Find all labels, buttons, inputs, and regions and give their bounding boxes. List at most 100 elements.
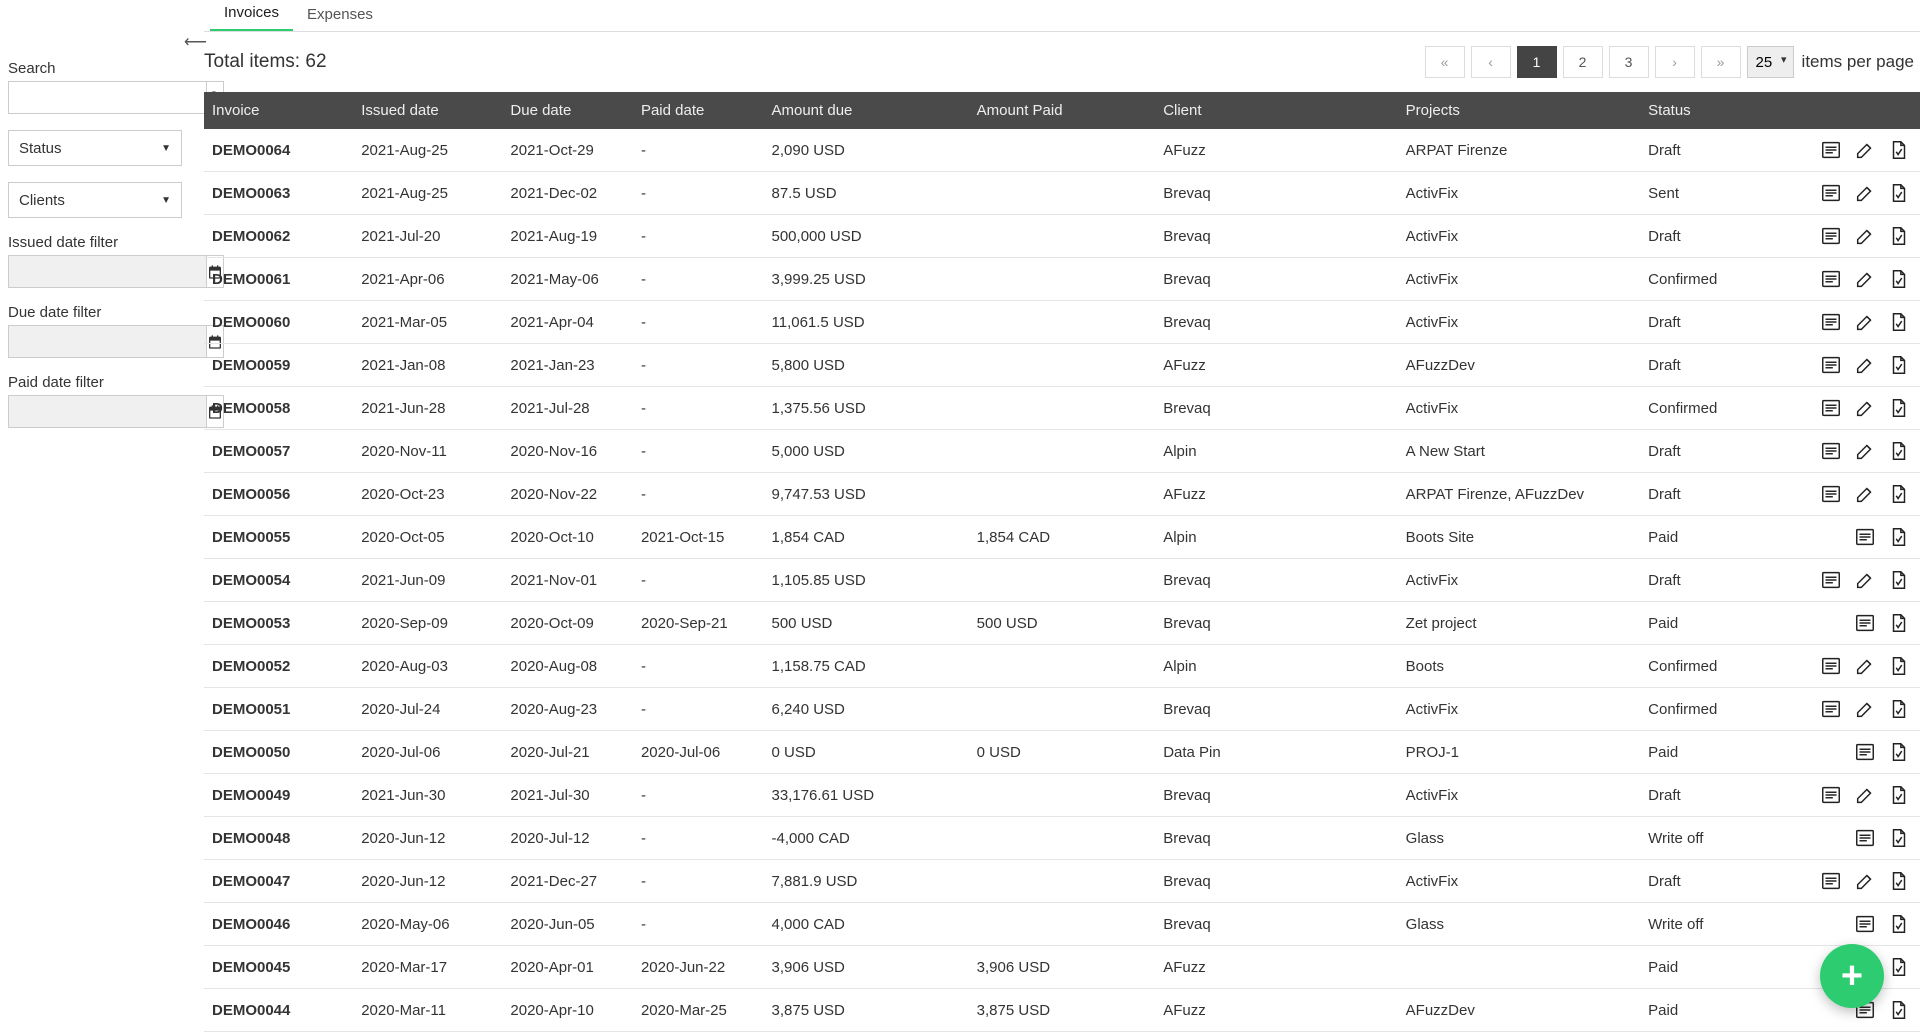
view-invoice-icon[interactable] xyxy=(1818,266,1844,292)
cell-amount-paid xyxy=(969,215,1156,258)
pdf-invoice-icon[interactable] xyxy=(1886,223,1912,249)
cell-invoice: DEMO0060 xyxy=(204,301,353,344)
edit-invoice-icon[interactable] xyxy=(1852,481,1878,507)
status-dropdown[interactable]: Status ▼ xyxy=(8,130,182,166)
pdf-invoice-icon[interactable] xyxy=(1886,309,1912,335)
view-invoice-icon[interactable] xyxy=(1818,223,1844,249)
col-issued[interactable]: Issued date xyxy=(353,92,502,129)
view-invoice-icon[interactable] xyxy=(1818,180,1844,206)
edit-invoice-icon[interactable] xyxy=(1852,567,1878,593)
items-per-page-select[interactable]: 25 xyxy=(1747,46,1794,78)
view-invoice-icon[interactable] xyxy=(1818,395,1844,421)
pdf-invoice-icon[interactable] xyxy=(1886,438,1912,464)
pdf-invoice-icon[interactable] xyxy=(1886,395,1912,421)
col-amount-paid[interactable]: Amount Paid xyxy=(969,92,1156,129)
clients-dropdown[interactable]: Clients ▼ xyxy=(8,182,182,218)
view-invoice-icon[interactable] xyxy=(1852,911,1878,937)
page-last[interactable]: » xyxy=(1701,46,1741,78)
pdf-invoice-icon[interactable] xyxy=(1886,954,1912,980)
col-amount-due[interactable]: Amount due xyxy=(764,92,969,129)
pdf-invoice-icon[interactable] xyxy=(1886,352,1912,378)
edit-invoice-icon[interactable] xyxy=(1852,223,1878,249)
edit-invoice-icon[interactable] xyxy=(1852,137,1878,163)
cell-actions xyxy=(1771,215,1920,258)
col-invoice[interactable]: Invoice xyxy=(204,92,353,129)
cell-actions xyxy=(1771,172,1920,215)
due-date-input[interactable] xyxy=(8,325,206,358)
view-invoice-icon[interactable] xyxy=(1852,610,1878,636)
view-invoice-icon[interactable] xyxy=(1818,567,1844,593)
view-invoice-icon[interactable] xyxy=(1818,438,1844,464)
page-prev[interactable]: ‹ xyxy=(1471,46,1511,78)
table-row: DEMO00532020-Sep-092020-Oct-092020-Sep-2… xyxy=(204,602,1920,645)
edit-invoice-icon[interactable] xyxy=(1852,438,1878,464)
edit-invoice-icon[interactable] xyxy=(1852,696,1878,722)
pdf-invoice-icon[interactable] xyxy=(1886,137,1912,163)
view-invoice-icon[interactable] xyxy=(1852,739,1878,765)
view-invoice-icon[interactable] xyxy=(1818,481,1844,507)
cell-actions xyxy=(1771,301,1920,344)
cell-due: 2020-Apr-01 xyxy=(502,946,633,989)
page-1[interactable]: 1 xyxy=(1517,46,1557,78)
view-invoice-icon[interactable] xyxy=(1818,868,1844,894)
view-invoice-icon[interactable] xyxy=(1852,524,1878,550)
edit-invoice-icon[interactable] xyxy=(1852,868,1878,894)
view-invoice-icon[interactable] xyxy=(1852,825,1878,851)
pdf-invoice-icon[interactable] xyxy=(1886,610,1912,636)
pdf-invoice-icon[interactable] xyxy=(1886,739,1912,765)
page-first[interactable]: « xyxy=(1425,46,1465,78)
pdf-invoice-icon[interactable] xyxy=(1886,782,1912,808)
pdf-invoice-icon[interactable] xyxy=(1886,481,1912,507)
edit-invoice-icon[interactable] xyxy=(1852,266,1878,292)
col-projects[interactable]: Projects xyxy=(1398,92,1640,129)
view-invoice-icon[interactable] xyxy=(1818,309,1844,335)
pdf-invoice-icon[interactable] xyxy=(1886,653,1912,679)
edit-invoice-icon[interactable] xyxy=(1852,180,1878,206)
page-3[interactable]: 3 xyxy=(1609,46,1649,78)
issued-date-input[interactable] xyxy=(8,255,206,288)
view-invoice-icon[interactable] xyxy=(1818,782,1844,808)
cell-client: AFuzz xyxy=(1155,946,1397,989)
add-invoice-button[interactable]: + xyxy=(1820,944,1884,1008)
cell-paid: - xyxy=(633,344,764,387)
edit-invoice-icon[interactable] xyxy=(1852,352,1878,378)
col-client[interactable]: Client xyxy=(1155,92,1397,129)
edit-invoice-icon[interactable] xyxy=(1852,653,1878,679)
edit-invoice-icon[interactable] xyxy=(1852,782,1878,808)
cell-amount-due: 5,000 USD xyxy=(764,430,969,473)
view-invoice-icon[interactable] xyxy=(1818,137,1844,163)
pdf-invoice-icon[interactable] xyxy=(1886,825,1912,851)
pdf-invoice-icon[interactable] xyxy=(1886,868,1912,894)
pdf-invoice-icon[interactable] xyxy=(1886,567,1912,593)
pdf-invoice-icon[interactable] xyxy=(1886,911,1912,937)
cell-amount-due: 1,158.75 CAD xyxy=(764,645,969,688)
tab-invoices[interactable]: Invoices xyxy=(210,0,293,31)
pdf-invoice-icon[interactable] xyxy=(1886,696,1912,722)
cell-projects: ActivFix xyxy=(1398,774,1640,817)
cell-client: Alpin xyxy=(1155,516,1397,559)
cell-actions xyxy=(1771,344,1920,387)
table-row: DEMO00582021-Jun-282021-Jul-28-1,375.56 … xyxy=(204,387,1920,430)
col-paid[interactable]: Paid date xyxy=(633,92,764,129)
pdf-invoice-icon[interactable] xyxy=(1886,180,1912,206)
cell-client: Brevaq xyxy=(1155,387,1397,430)
cell-amount-paid xyxy=(969,817,1156,860)
edit-invoice-icon[interactable] xyxy=(1852,395,1878,421)
page-next[interactable]: › xyxy=(1655,46,1695,78)
pdf-invoice-icon[interactable] xyxy=(1886,997,1912,1023)
edit-invoice-icon[interactable] xyxy=(1852,309,1878,335)
tab-expenses[interactable]: Expenses xyxy=(293,0,387,31)
col-due[interactable]: Due date xyxy=(502,92,633,129)
cell-invoice: DEMO0049 xyxy=(204,774,353,817)
page-2[interactable]: 2 xyxy=(1563,46,1603,78)
back-arrow-icon[interactable]: ⟵ xyxy=(184,32,207,52)
paid-date-input[interactable] xyxy=(8,395,206,428)
view-invoice-icon[interactable] xyxy=(1818,653,1844,679)
pdf-invoice-icon[interactable] xyxy=(1886,524,1912,550)
pdf-invoice-icon[interactable] xyxy=(1886,266,1912,292)
view-invoice-icon[interactable] xyxy=(1818,696,1844,722)
search-input[interactable] xyxy=(8,81,206,114)
cell-invoice: DEMO0055 xyxy=(204,516,353,559)
view-invoice-icon[interactable] xyxy=(1818,352,1844,378)
col-status[interactable]: Status xyxy=(1640,92,1771,129)
